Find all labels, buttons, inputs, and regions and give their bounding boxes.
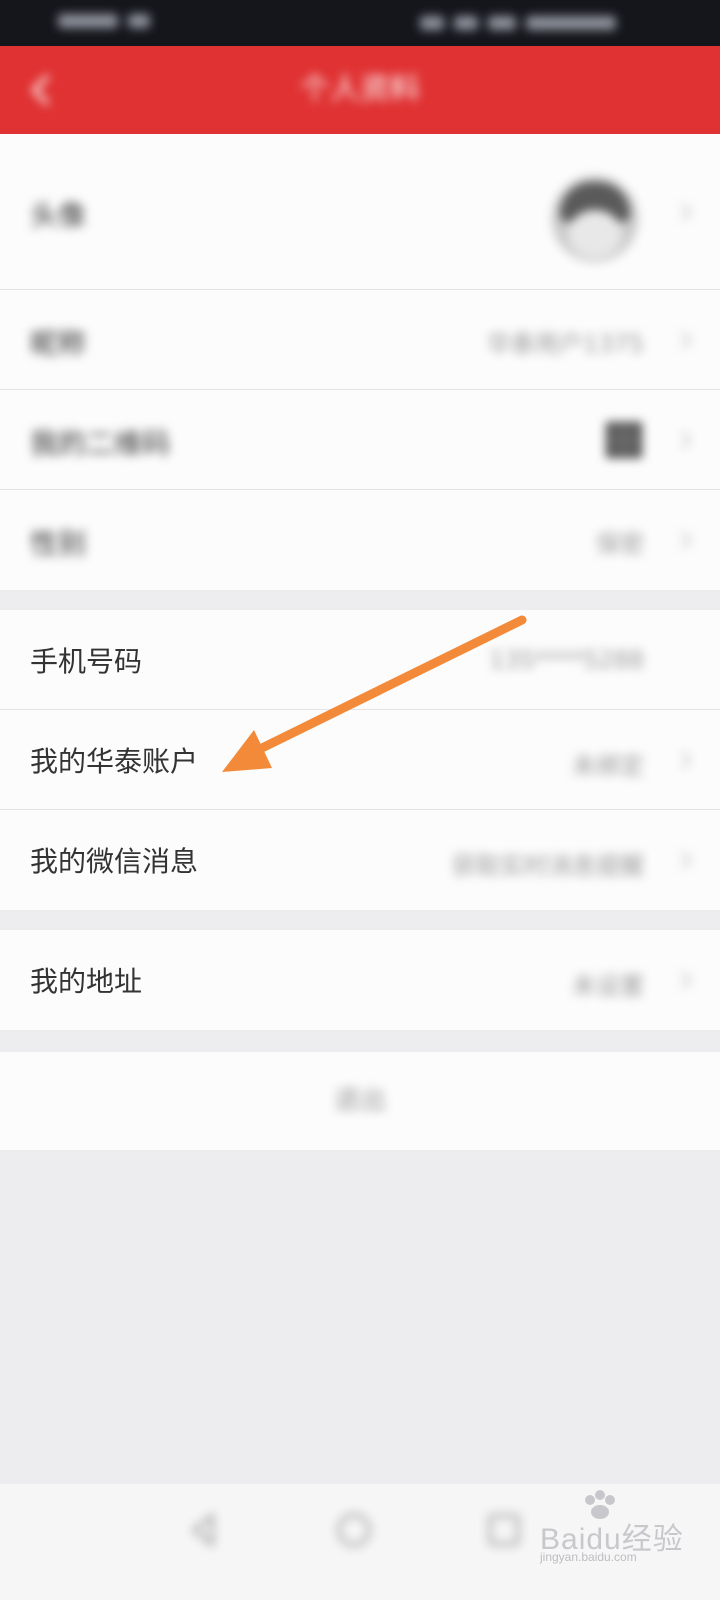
avatar-label: 头像 — [30, 199, 87, 232]
gender-label: 性别 — [30, 527, 87, 560]
chevron-right-icon — [681, 331, 692, 349]
account-group: 手机号码 135****5288 我的华泰账户 未绑定 我的微信消息 获取实时消… — [0, 610, 720, 910]
chevron-right-icon — [681, 851, 692, 869]
watermark-url: jingyan.baidu.com — [540, 1550, 637, 1564]
app-bar: 个人资料 — [0, 46, 720, 134]
avatar — [552, 176, 638, 262]
address-value: 未设置 — [572, 972, 644, 1000]
wechat-message-label: 我的微信消息 — [30, 845, 199, 878]
chevron-right-icon — [681, 203, 692, 221]
address-group: 我的地址 未设置 — [0, 930, 720, 1030]
profile-group: 头像 昵称 华泰用户1375 我的二维码 性别 保密 — [0, 134, 720, 590]
nickname-value: 华泰用户1375 — [486, 330, 644, 358]
status-bar — [0, 0, 720, 46]
htsc-account-row[interactable]: 我的华泰账户 未绑定 — [0, 710, 720, 810]
phone-label: 手机号码 — [30, 645, 143, 678]
avatar-row[interactable]: 头像 — [0, 134, 720, 290]
nav-back-icon[interactable] — [184, 1510, 224, 1550]
nickname-label: 昵称 — [30, 327, 87, 360]
nav-home-icon[interactable] — [334, 1510, 374, 1550]
gender-value: 保密 — [596, 530, 644, 558]
baidu-watermark: Baidu经验 jingyan.baidu.com — [540, 1490, 710, 1570]
phone-row[interactable]: 手机号码 135****5288 — [0, 610, 720, 710]
gender-row[interactable]: 性别 保密 — [0, 490, 720, 590]
page-title: 个人资料 — [300, 72, 420, 107]
phone-value: 135****5288 — [489, 646, 644, 674]
qr-code-label: 我的二维码 — [30, 427, 171, 460]
status-right-icons — [420, 12, 660, 32]
chevron-right-icon — [681, 531, 692, 549]
status-left-icons — [58, 10, 168, 32]
address-label: 我的地址 — [30, 965, 143, 998]
nickname-row[interactable]: 昵称 华泰用户1375 — [0, 290, 720, 390]
htsc-account-value: 未绑定 — [572, 752, 644, 780]
nav-recent-icon[interactable] — [484, 1510, 524, 1550]
chevron-right-icon — [681, 751, 692, 769]
logout-button[interactable]: 退出 — [0, 1052, 720, 1150]
wechat-message-value: 获取实时消息提醒 — [452, 852, 644, 880]
wechat-message-row[interactable]: 我的微信消息 获取实时消息提醒 — [0, 810, 720, 910]
address-row[interactable]: 我的地址 未设置 — [0, 930, 720, 1030]
htsc-account-label: 我的华泰账户 — [30, 745, 199, 778]
chevron-right-icon — [681, 431, 692, 449]
logout-label: 退出 — [333, 1086, 386, 1116]
qr-code-icon — [606, 422, 642, 458]
chevron-right-icon — [681, 971, 692, 989]
qr-code-row[interactable]: 我的二维码 — [0, 390, 720, 490]
